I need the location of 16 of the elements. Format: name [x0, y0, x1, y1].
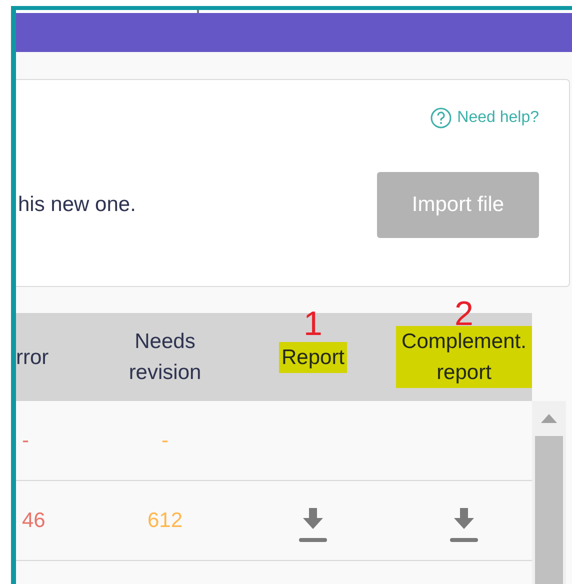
scroll-up-icon[interactable] [541, 414, 557, 423]
column-header: Needs revision [128, 329, 202, 386]
column-header: Report [279, 342, 347, 372]
description-text: his new one. [18, 193, 136, 217]
scrollbar-thumb[interactable] [535, 436, 563, 584]
table-cell: 612 [147, 508, 183, 532]
download-icon[interactable] [449, 508, 479, 542]
help-icon [430, 107, 452, 129]
column-header: rror [16, 344, 49, 370]
column-header: Complement. report [396, 326, 532, 388]
help-link[interactable]: Need help? [430, 107, 539, 129]
table-cell: - [22, 429, 29, 453]
table-cell: 46 [22, 508, 46, 532]
annotation-number: 1 [302, 307, 324, 341]
download-icon[interactable] [298, 508, 328, 542]
table-cell: - [162, 429, 168, 453]
